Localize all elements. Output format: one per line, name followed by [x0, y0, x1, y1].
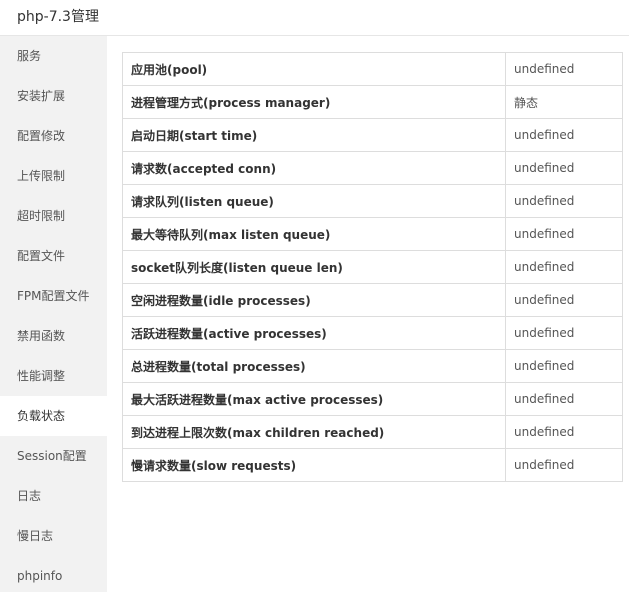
row-value: undefined [505, 52, 623, 86]
sidebar-item-service[interactable]: 服务 [0, 36, 107, 76]
table-row: 请求数(accepted conn) undefined [122, 151, 623, 185]
row-value: undefined [505, 283, 623, 317]
table-row: 慢请求数量(slow requests) undefined [122, 448, 623, 482]
sidebar-item-install-extensions[interactable]: 安装扩展 [0, 76, 107, 116]
row-value: undefined [505, 382, 623, 416]
sidebar-item-log[interactable]: 日志 [0, 476, 107, 516]
row-key: 空闲进程数量(idle processes) [122, 283, 506, 317]
row-key: 启动日期(start time) [122, 118, 506, 152]
sidebar-item-config-edit[interactable]: 配置修改 [0, 116, 107, 156]
row-key: 到达进程上限次数(max children reached) [122, 415, 506, 449]
sidebar-item-phpinfo[interactable]: phpinfo [0, 556, 107, 592]
php-manager-dialog: php-7.3管理 服务 安装扩展 配置修改 上传限制 超时限制 配置文件 FP… [0, 0, 629, 592]
table-row: 到达进程上限次数(max children reached) undefined [122, 415, 623, 449]
row-key: 应用池(pool) [122, 52, 506, 86]
window-title: php-7.3管理 [17, 9, 99, 25]
sidebar-nav: 服务 安装扩展 配置修改 上传限制 超时限制 配置文件 FPM配置文件 禁用函数… [0, 36, 107, 592]
row-value: undefined [505, 151, 623, 185]
sidebar-item-config-file[interactable]: 配置文件 [0, 236, 107, 276]
row-value: undefined [505, 415, 623, 449]
sidebar-item-upload-limit[interactable]: 上传限制 [0, 156, 107, 196]
row-value: undefined [505, 349, 623, 383]
row-value: 静态 [505, 85, 623, 119]
sidebar-item-session-config[interactable]: Session配置 [0, 436, 107, 476]
sidebar-item-load-status[interactable]: 负载状态 [0, 396, 107, 436]
row-key: 最大活跃进程数量(max active processes) [122, 382, 506, 416]
row-key: socket队列长度(listen queue len) [122, 250, 506, 284]
load-status-table: 应用池(pool) undefined 进程管理方式(process manag… [122, 52, 623, 482]
sidebar-item-fpm-config-file[interactable]: FPM配置文件 [0, 276, 107, 316]
table-row: 启动日期(start time) undefined [122, 118, 623, 152]
sidebar-item-slow-log[interactable]: 慢日志 [0, 516, 107, 556]
row-value: undefined [505, 217, 623, 251]
row-value: undefined [505, 184, 623, 218]
table-row: socket队列长度(listen queue len) undefined [122, 250, 623, 284]
row-value: undefined [505, 250, 623, 284]
sidebar-item-timeout-limit[interactable]: 超时限制 [0, 196, 107, 236]
row-key: 进程管理方式(process manager) [122, 85, 506, 119]
sidebar-item-disabled-functions[interactable]: 禁用函数 [0, 316, 107, 356]
row-value: undefined [505, 448, 623, 482]
table-row: 总进程数量(total processes) undefined [122, 349, 623, 383]
row-key: 慢请求数量(slow requests) [122, 448, 506, 482]
row-key: 请求队列(listen queue) [122, 184, 506, 218]
load-status-panel: 应用池(pool) undefined 进程管理方式(process manag… [122, 52, 623, 482]
table-row: 进程管理方式(process manager) 静态 [122, 85, 623, 119]
table-row: 应用池(pool) undefined [122, 52, 623, 86]
table-row: 最大等待队列(max listen queue) undefined [122, 217, 623, 251]
row-value: undefined [505, 118, 623, 152]
row-key: 请求数(accepted conn) [122, 151, 506, 185]
row-value: undefined [505, 316, 623, 350]
table-row: 最大活跃进程数量(max active processes) undefined [122, 382, 623, 416]
sidebar-item-performance-tuning[interactable]: 性能调整 [0, 356, 107, 396]
title-bar: php-7.3管理 [0, 0, 629, 36]
table-row: 活跃进程数量(active processes) undefined [122, 316, 623, 350]
row-key: 最大等待队列(max listen queue) [122, 217, 506, 251]
table-row: 请求队列(listen queue) undefined [122, 184, 623, 218]
row-key: 活跃进程数量(active processes) [122, 316, 506, 350]
row-key: 总进程数量(total processes) [122, 349, 506, 383]
table-row: 空闲进程数量(idle processes) undefined [122, 283, 623, 317]
